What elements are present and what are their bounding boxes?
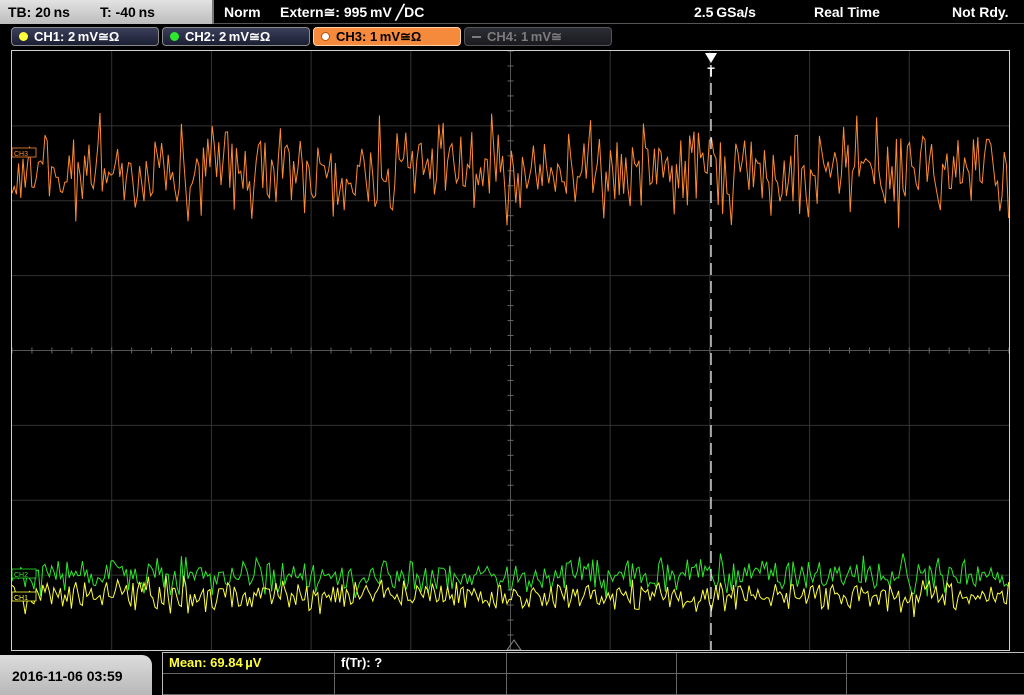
tab-ch4-label: CH4: 1 mV≅: [487, 29, 562, 44]
graticule: [12, 51, 1009, 650]
tab-ch2[interactable]: CH2: 2 mV≅Ω: [162, 27, 310, 46]
ch2-ref-label: CH2: [14, 572, 28, 579]
measurement-slot-10[interactable]: [847, 674, 1024, 695]
tab-ch1-label: CH1: 2 mV≅Ω: [34, 29, 120, 44]
measurement-panel[interactable]: Mean: 69.84 µV f(Tr): ?: [162, 652, 1024, 695]
ch1-ref-marker[interactable]: CH1: [12, 591, 37, 602]
ch1-dot-icon: [19, 32, 28, 41]
tab-ch3-label: CH3: 1 mV≅Ω: [336, 29, 422, 44]
topbar-divider: [214, 23, 1024, 24]
ch3-dot-icon: [321, 32, 330, 41]
measurement-slot-5[interactable]: [847, 653, 1024, 674]
measurement-frequency[interactable]: f(Tr): ?: [335, 653, 507, 674]
ch3-ref-label: CH3: [14, 151, 28, 158]
run-mode: Real Time: [814, 4, 880, 20]
status-bar: TB: 20 ns T: -40 ns Norm Extern≅: 995 mV…: [0, 0, 1024, 24]
trigger-marker-icon[interactable]: [705, 53, 717, 63]
trigger-source[interactable]: Extern≅: 995 mV ╱DC: [280, 0, 424, 24]
trigger-offset-label: T: -40 ns: [100, 4, 155, 20]
channel-tabs: CH1: 2 mV≅Ω CH2: 2 mV≅Ω CH3: 1 mV≅Ω CH4:…: [0, 26, 1024, 48]
measurement-slot-4[interactable]: [677, 653, 847, 674]
waveform-display[interactable]: T CH3 CH2 CH1: [11, 50, 1010, 651]
measurement-slot-8[interactable]: [507, 674, 677, 695]
sample-rate: 2.5 GSa/s: [694, 4, 756, 20]
ch1-ref-label: CH1: [14, 595, 28, 602]
ch2-dot-icon: [170, 32, 179, 41]
ch3-ref-marker[interactable]: CH3: [12, 147, 37, 158]
trigger-marker-label: T: [707, 65, 715, 79]
ch4-dash-icon: [472, 36, 481, 38]
tab-ch4[interactable]: CH4: 1 mV≅: [464, 27, 612, 46]
tab-ch1[interactable]: CH1: 2 mV≅Ω: [11, 27, 159, 46]
measurement-slot-9[interactable]: [677, 674, 847, 695]
measurement-slot-3[interactable]: [507, 653, 677, 674]
acquisition-mode[interactable]: Norm: [224, 0, 261, 24]
center-marker-icon: [506, 639, 522, 650]
tab-ch3[interactable]: CH3: 1 mV≅Ω: [313, 27, 461, 46]
tab-ch2-label: CH2: 2 mV≅Ω: [185, 29, 271, 44]
date-time: 2016-11-06 03:59: [0, 655, 152, 695]
timebase-box[interactable]: TB: 20 ns T: -40 ns: [0, 0, 214, 24]
measurement-slot-7[interactable]: [335, 674, 507, 695]
measurement-slot-6[interactable]: [163, 674, 335, 695]
waveform-canvas: T CH3 CH2 CH1: [12, 51, 1009, 650]
ch2-ref-marker[interactable]: CH2: [12, 568, 37, 579]
bottom-bar: 2016-11-06 03:59 Mean: 69.84 µV f(Tr): ?: [0, 652, 1024, 695]
measurement-mean[interactable]: Mean: 69.84 µV: [163, 653, 335, 674]
acquisition-status: Not Rdy.: [952, 4, 1009, 20]
timebase-label: TB: 20 ns: [8, 4, 70, 20]
